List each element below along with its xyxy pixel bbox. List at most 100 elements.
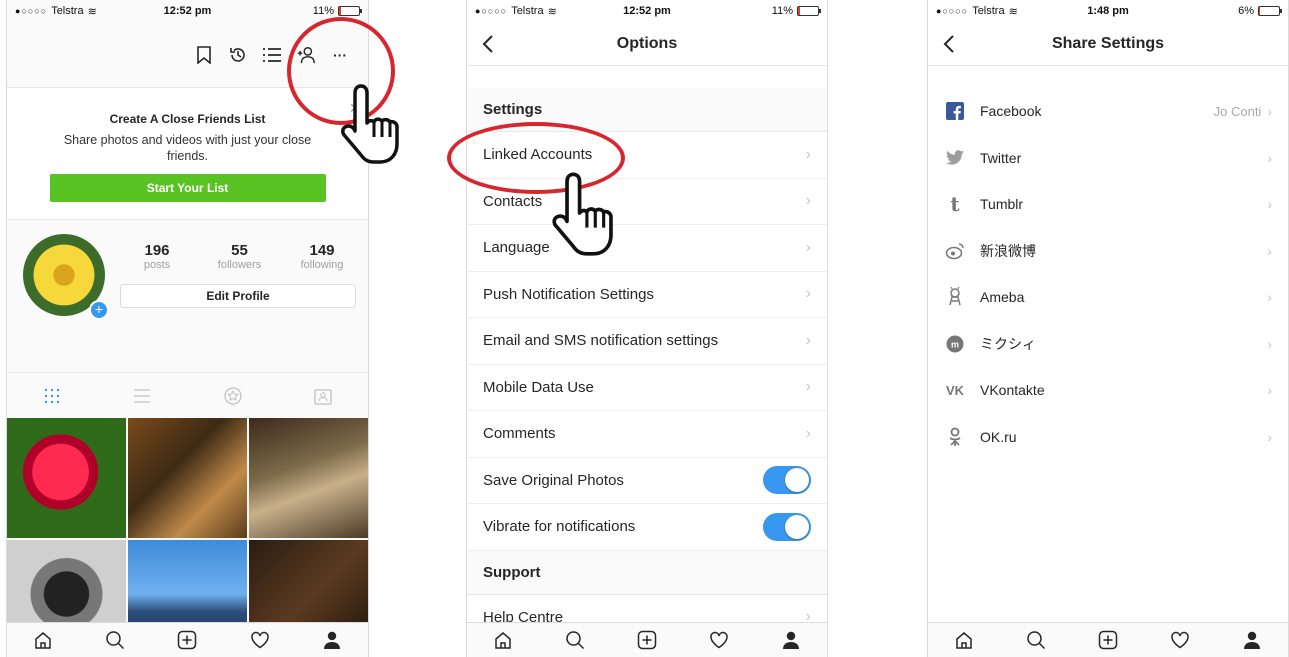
battery-percent: 11% [771, 5, 793, 17]
options-navbar: Options [467, 22, 827, 66]
stat-followers[interactable]: 55 followers [205, 242, 275, 271]
carrier-label: Telstra [972, 5, 1005, 17]
option-language[interactable]: Language › [467, 225, 827, 272]
profile-header: + 196 posts 55 followers 149 following Edit… [7, 222, 368, 372]
add-story-icon[interactable]: + [89, 300, 109, 320]
option-help-centre[interactable]: Help Centre › [467, 594, 827, 622]
heart-icon[interactable] [707, 628, 731, 652]
profile-view-tabs [7, 372, 368, 418]
photo-thumbnail[interactable] [249, 418, 368, 538]
page-title: Options [616, 34, 678, 52]
tagged-photos-icon[interactable] [312, 385, 334, 407]
chevron-right-icon: › [805, 145, 811, 163]
grid-view-icon[interactable] [41, 385, 63, 407]
chevron-right-icon: › [805, 331, 811, 349]
search-icon[interactable] [103, 628, 127, 652]
wifi-icon: ≋ [1008, 5, 1018, 18]
chevron-right-icon: › [1267, 289, 1272, 306]
save-photos-toggle[interactable] [763, 466, 811, 495]
share-ameba[interactable]: Ameba › [928, 274, 1288, 321]
photo-thumbnail[interactable] [128, 418, 247, 538]
chevron-right-icon: › [1267, 382, 1272, 399]
share-weibo[interactable]: 新浪微博 › [928, 228, 1288, 275]
pointing-hand-icon [552, 172, 613, 256]
chevron-right-icon: › [805, 192, 811, 210]
carrier-label: Telstra [51, 5, 84, 17]
share-tumblr[interactable]: t Tumblr › [928, 181, 1288, 228]
photo-thumbnail[interactable] [7, 418, 126, 538]
list-view-icon[interactable] [131, 385, 153, 407]
battery-icon [1258, 6, 1282, 16]
share-okru[interactable]: OK.ru › [928, 414, 1288, 461]
battery-icon [797, 6, 821, 16]
back-chevron-icon[interactable] [477, 32, 501, 56]
bottom-tab-bar [7, 622, 368, 657]
option-comments[interactable]: Comments › [467, 411, 827, 458]
share-navbar: Share Settings [928, 22, 1288, 66]
carrier-label: Telstra [511, 5, 544, 17]
home-icon[interactable] [491, 628, 515, 652]
chevron-right-icon: › [805, 424, 811, 442]
back-chevron-icon[interactable] [938, 32, 962, 56]
search-icon[interactable] [1024, 628, 1048, 652]
share-vkontakte[interactable]: VK VKontakte › [928, 367, 1288, 414]
signal-icon: ●○○○○ [475, 6, 508, 16]
home-icon[interactable] [31, 628, 55, 652]
chevron-right-icon: › [1267, 149, 1272, 166]
saved-star-icon[interactable] [222, 385, 244, 407]
search-icon[interactable] [563, 628, 587, 652]
list-icon[interactable] [262, 45, 282, 65]
chevron-right-icon: › [805, 608, 811, 622]
stat-posts[interactable]: 196 posts [122, 242, 192, 271]
option-email-sms[interactable]: Email and SMS notification settings › [467, 318, 827, 365]
chevron-right-icon: › [805, 285, 811, 303]
chevron-right-icon: › [1267, 103, 1272, 120]
signal-icon: ●○○○○ [936, 6, 969, 16]
edit-profile-button[interactable]: Edit Profile [120, 284, 356, 308]
share-facebook[interactable]: Facebook Jo Conti › [928, 88, 1288, 135]
section-header-support: Support [467, 550, 827, 595]
bookmark-icon[interactable] [194, 45, 214, 65]
okru-icon [944, 426, 966, 448]
profile-icon[interactable] [1240, 628, 1264, 652]
profile-icon[interactable] [320, 628, 344, 652]
weibo-icon [944, 240, 966, 262]
chevron-right-icon: › [805, 238, 811, 256]
battery-icon [338, 6, 362, 16]
wifi-icon: ≋ [547, 5, 557, 18]
option-save-original-photos: Save Original Photos [467, 457, 827, 504]
avatar[interactable]: + [23, 234, 109, 320]
wifi-icon: ≋ [87, 5, 97, 18]
share-twitter[interactable]: Twitter › [928, 135, 1288, 182]
pointing-hand-icon [341, 84, 399, 164]
profile-icon[interactable] [779, 628, 803, 652]
battery-percent: 6% [1238, 5, 1254, 17]
svg-text:m: m [951, 339, 959, 349]
bottom-tab-bar [928, 622, 1288, 657]
new-post-icon[interactable] [175, 628, 199, 652]
stat-following[interactable]: 149 following [287, 242, 357, 271]
home-icon[interactable] [952, 628, 976, 652]
chevron-right-icon: › [1267, 428, 1272, 445]
vibrate-toggle[interactable] [763, 512, 811, 541]
tumblr-icon: t [950, 192, 960, 217]
heart-icon[interactable] [248, 628, 272, 652]
profile-stats: 196 posts 55 followers 149 following [122, 242, 357, 271]
share-mixi[interactable]: m ミクシィ › [928, 321, 1288, 368]
twitter-icon [944, 147, 966, 169]
options-screen: ●○○○○ Telstra ≋ 12:52 pm 11% Options Setti… [466, 0, 828, 657]
promo-body: Share photos and videos with just your c… [63, 133, 312, 163]
archive-icon[interactable] [228, 45, 248, 65]
share-accounts-list: Facebook Jo Conti › Twitter › t Tumblr ›… [928, 88, 1288, 460]
status-bar: ●○○○○ Telstra ≋ 12:52 pm 11% [7, 0, 368, 22]
new-post-icon[interactable] [635, 628, 659, 652]
option-mobile-data[interactable]: Mobile Data Use › [467, 364, 827, 411]
vk-icon: VK [945, 382, 965, 398]
start-list-button[interactable]: Start Your List [49, 174, 326, 202]
option-push-notifications[interactable]: Push Notification Settings › [467, 271, 827, 318]
new-post-icon[interactable] [1096, 628, 1120, 652]
battery-percent: 11% [312, 5, 334, 17]
chevron-right-icon: › [1267, 242, 1272, 259]
chevron-right-icon: › [1267, 335, 1272, 352]
heart-icon[interactable] [1168, 628, 1192, 652]
